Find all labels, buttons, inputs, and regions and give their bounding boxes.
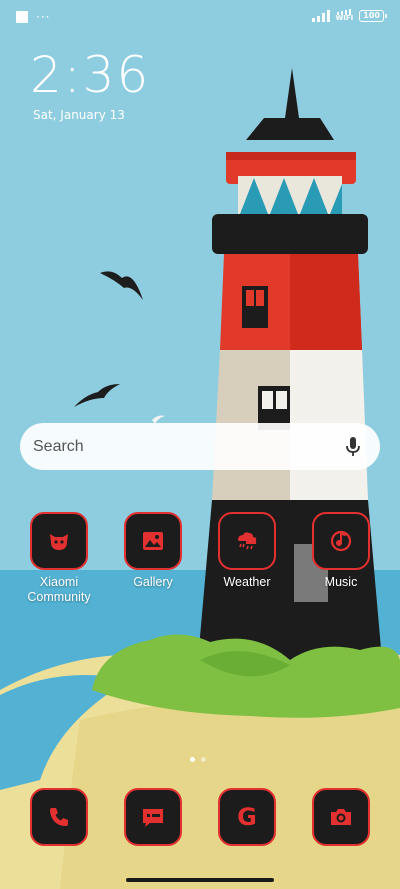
dock-google[interactable]: G — [204, 788, 290, 846]
camera-icon — [312, 788, 370, 846]
search-bar[interactable]: Search — [20, 423, 380, 470]
app-xiaomi-community[interactable]: Xiaomi Community — [16, 512, 102, 605]
app-label: Xiaomi Community — [27, 575, 91, 604]
signal-2-icon: WIFI — [335, 9, 354, 22]
home-indicator[interactable] — [126, 878, 274, 882]
page-dot — [201, 757, 206, 762]
app-music[interactable]: Music — [298, 512, 384, 590]
google-letter: G — [237, 803, 257, 831]
page-indicator — [190, 757, 206, 762]
battery-icon: 100 — [359, 10, 387, 22]
music-icon — [312, 512, 370, 570]
dock-camera[interactable] — [298, 788, 384, 846]
status-bar: ··· WIFI 100 — [0, 0, 400, 34]
mic-icon[interactable] — [344, 436, 362, 458]
wifi-label: WIFI — [335, 14, 354, 22]
clock-date: Sat, January 13 — [33, 108, 125, 122]
xiaomi-community-icon — [30, 512, 88, 570]
signal-1-icon — [311, 10, 330, 22]
clock-time: 2:36 — [30, 46, 151, 104]
dock-messages[interactable] — [110, 788, 196, 846]
app-label: Gallery — [133, 575, 173, 589]
app-gallery[interactable]: Gallery — [110, 512, 196, 590]
page-dot-active — [190, 757, 195, 762]
clock-widget[interactable]: 2:36 Sat, January 13 — [30, 48, 150, 122]
gallery-icon — [124, 512, 182, 570]
messages-icon — [124, 788, 182, 846]
more-notifications-icon: ··· — [36, 10, 51, 24]
phone-icon — [30, 788, 88, 846]
dock-phone[interactable] — [16, 788, 102, 846]
app-label: Weather — [223, 575, 271, 589]
search-placeholder: Search — [33, 437, 84, 455]
weather-icon — [218, 512, 276, 570]
status-right: WIFI 100 — [311, 9, 387, 22]
status-left: ··· — [16, 11, 50, 23]
google-icon: G — [218, 788, 276, 846]
app-weather[interactable]: Weather — [204, 512, 290, 590]
notification-square-icon — [16, 11, 28, 23]
app-label: Music — [324, 575, 358, 589]
